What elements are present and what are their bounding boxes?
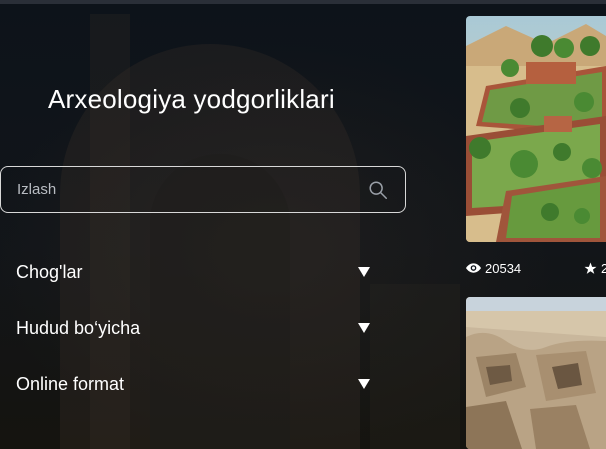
caret-down-icon — [358, 323, 370, 333]
filter-online-format[interactable]: Online format — [16, 369, 370, 399]
filter-label: Online format — [16, 373, 125, 394]
filter-periods[interactable]: Chog'lar — [16, 257, 370, 287]
views-stat: 20534 — [466, 261, 521, 276]
star-icon — [584, 262, 597, 274]
excavated-ruins-image — [466, 297, 606, 449]
building-silhouette — [370, 284, 460, 449]
terraced-garden-image — [466, 16, 606, 242]
caret-down-icon — [358, 379, 370, 389]
search-input[interactable] — [1, 181, 367, 198]
card-stats: 20534 2 — [466, 258, 606, 278]
eye-icon — [466, 263, 481, 273]
caret-down-icon — [358, 267, 370, 277]
page-title: Arxeologiya yodgorliklari — [48, 84, 335, 114]
rating-stat: 2 — [584, 261, 606, 276]
filter-label: Chog'lar — [16, 261, 83, 282]
views-count: 20534 — [485, 260, 522, 276]
search-box[interactable] — [0, 166, 406, 213]
rating-value: 2 — [601, 260, 606, 276]
filter-label: Hudud bo‘yicha — [16, 317, 141, 338]
card-image[interactable] — [466, 16, 606, 242]
card-image[interactable] — [466, 297, 606, 449]
search-icon[interactable] — [367, 179, 389, 201]
filter-region[interactable]: Hudud bo‘yicha — [16, 313, 370, 343]
